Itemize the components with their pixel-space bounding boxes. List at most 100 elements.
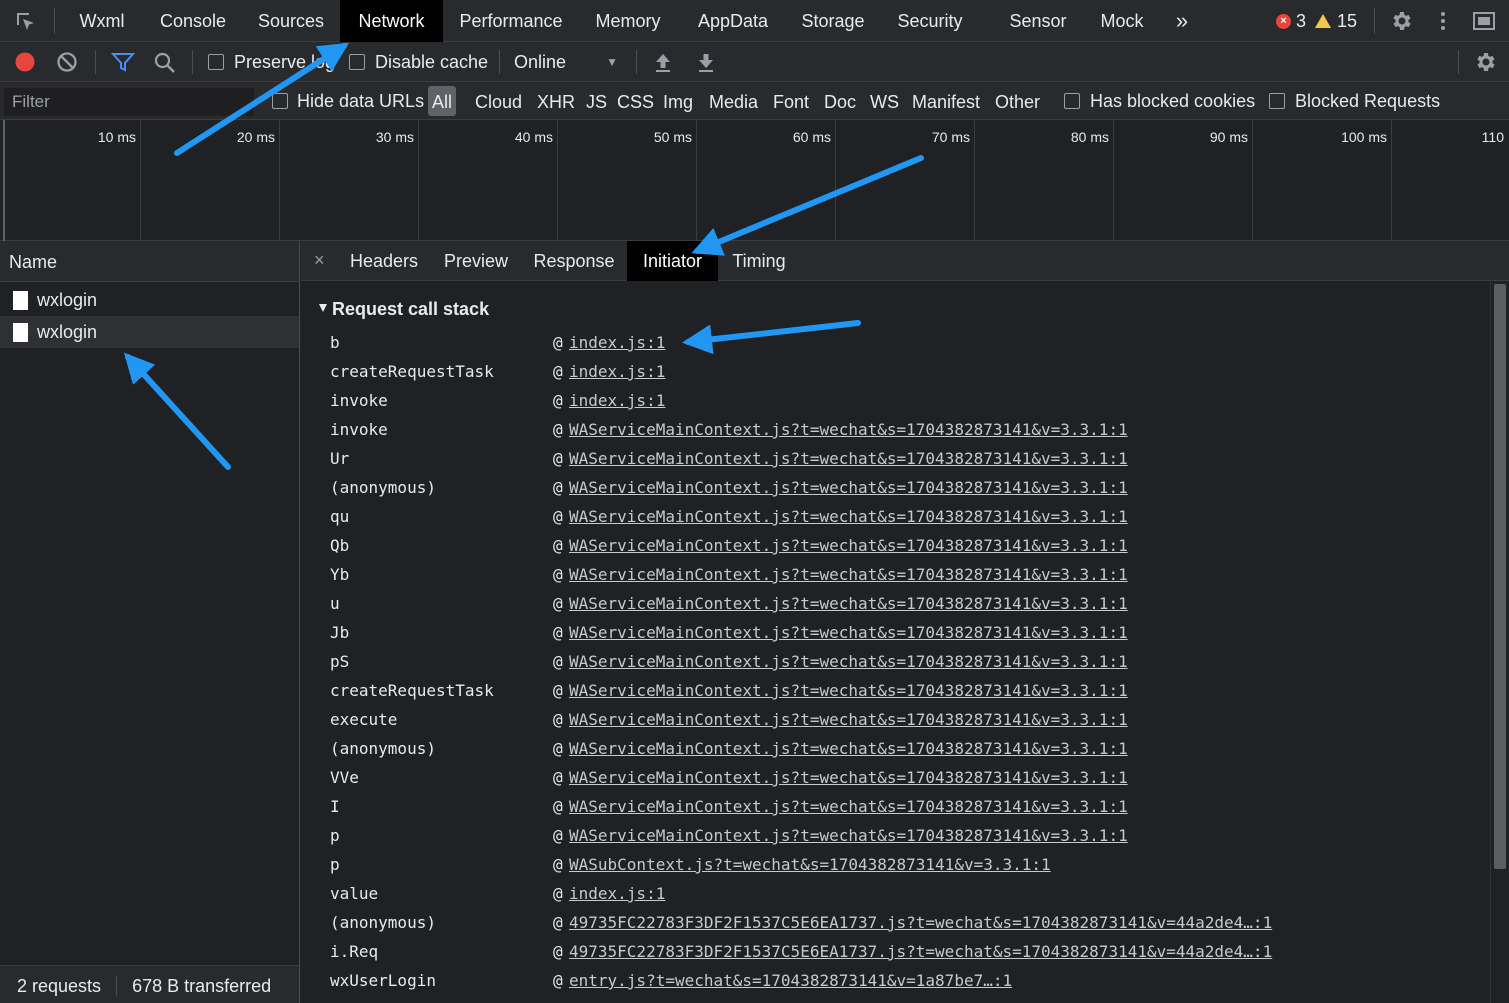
tab-memory[interactable]: Memory [585, 0, 671, 42]
frame-source-link[interactable]: 49735FC22783F3DF2F1537C5E6EA1737.js?t=we… [569, 937, 1272, 966]
frame-source-link[interactable]: index.js:1 [569, 879, 665, 908]
tab-mock[interactable]: Mock [1090, 0, 1154, 42]
request-row-selected[interactable]: wxlogin [0, 316, 299, 348]
frame-source-link[interactable]: entry.js?t=wechat&s=1704382873141&v=1a87… [569, 966, 1012, 995]
frame-source-link[interactable]: WAServiceMainContext.js?t=wechat&s=17043… [569, 502, 1128, 531]
has-blocked-cookies-option[interactable]: Has blocked cookies [1064, 82, 1255, 120]
tab-console[interactable]: Console [148, 0, 238, 42]
import-har-upload-icon[interactable] [653, 51, 673, 73]
issues-counter[interactable]: × 3 15 [1276, 0, 1357, 42]
has-blocked-cookies-checkbox[interactable] [1064, 93, 1080, 109]
tab-timing[interactable]: Timing [722, 241, 796, 281]
call-stack-frame: createRequestTask @ index.js:1 [330, 357, 1480, 386]
frame-source-link[interactable]: WAServiceMainContext.js?t=wechat&s=17043… [569, 444, 1128, 473]
frame-source-link[interactable]: WAServiceMainContext.js?t=wechat&s=17043… [569, 705, 1128, 734]
tab-performance[interactable]: Performance [451, 0, 571, 42]
tab-response[interactable]: Response [526, 241, 622, 281]
blocked-requests-checkbox[interactable] [1269, 93, 1285, 109]
filter-type-js[interactable]: JS [586, 82, 607, 120]
network-overview-timeline[interactable]: 10 ms 20 ms 30 ms 40 ms 50 ms 60 ms 70 m… [0, 120, 1509, 241]
inspect-element-icon[interactable] [14, 10, 38, 34]
frame-source-link[interactable]: WAServiceMainContext.js?t=wechat&s=17043… [569, 734, 1128, 763]
frame-source-link[interactable]: WAServiceMainContext.js?t=wechat&s=17043… [569, 560, 1128, 589]
call-stack-section-header[interactable]: Request call stack [319, 299, 489, 320]
frame-function-name: qu [330, 507, 350, 526]
frame-source-link[interactable]: WAServiceMainContext.js?t=wechat&s=17043… [569, 792, 1128, 821]
filter-type-ws[interactable]: WS [870, 82, 899, 120]
filter-type-other[interactable]: Other [995, 82, 1040, 120]
timeline-tick-label: 70 ms [931, 129, 970, 145]
hide-data-urls-checkbox[interactable] [272, 93, 288, 109]
disable-cache-option[interactable]: Disable cache [349, 42, 488, 82]
tab-network[interactable]: Network [340, 0, 443, 42]
record-stop-icon[interactable] [14, 51, 36, 73]
error-icon: × [1276, 13, 1291, 29]
filter-type-font[interactable]: Font [773, 82, 809, 120]
blocked-requests-option[interactable]: Blocked Requests [1269, 82, 1440, 120]
search-icon[interactable] [153, 51, 177, 75]
frame-source-link[interactable]: WAServiceMainContext.js?t=wechat&s=17043… [569, 589, 1128, 618]
tab-sensor[interactable]: Sensor [1000, 0, 1076, 42]
filter-type-xhr[interactable]: XHR [537, 82, 575, 120]
frame-source-link[interactable]: WAServiceMainContext.js?t=wechat&s=17043… [569, 647, 1128, 676]
filter-type-manifest[interactable]: Manifest [912, 82, 980, 120]
timeline-gridline [418, 120, 419, 241]
filter-type-doc[interactable]: Doc [824, 82, 856, 120]
tab-security[interactable]: Security [888, 0, 972, 42]
frame-source-link[interactable]: WAServiceMainContext.js?t=wechat&s=17043… [569, 531, 1128, 560]
disable-cache-checkbox[interactable] [349, 54, 365, 70]
preserve-log-checkbox[interactable] [208, 54, 224, 70]
tab-wxml[interactable]: Wxml [66, 0, 138, 42]
filter-funnel-icon[interactable] [111, 51, 135, 73]
frame-at-symbol: @ [553, 623, 563, 642]
filter-input[interactable]: Filter [4, 88, 254, 116]
frame-source-link[interactable]: index.js:1 [569, 386, 665, 415]
toolbar-divider [636, 50, 637, 74]
call-stack-frame: execute @ WAServiceMainContext.js?t=wechat… [330, 705, 1480, 734]
preserve-log-option[interactable]: Preserve log [208, 42, 335, 82]
close-details-icon[interactable]: × [314, 250, 325, 271]
tab-appdata[interactable]: AppData [686, 0, 780, 42]
throttling-select[interactable]: Online ▼ [514, 42, 622, 82]
name-column-header[interactable]: Name [0, 241, 299, 282]
request-row[interactable]: wxlogin [0, 284, 299, 316]
more-tabs-chevron-icon[interactable]: » [1168, 0, 1196, 42]
filter-type-cloud[interactable]: Cloud [475, 82, 522, 120]
filter-type-media[interactable]: Media [709, 82, 758, 120]
transferred-size: 678 B transferred [132, 976, 272, 996]
frame-function-name: b [330, 333, 340, 352]
frame-at-symbol: @ [553, 507, 563, 526]
settings-gear-icon[interactable] [1389, 9, 1413, 33]
frame-at-symbol: @ [553, 391, 563, 410]
export-har-download-icon[interactable] [696, 51, 716, 73]
frame-source-link[interactable]: WAServiceMainContext.js?t=wechat&s=17043… [569, 618, 1128, 647]
frame-source-link[interactable]: WAServiceMainContext.js?t=wechat&s=17043… [569, 473, 1128, 502]
filter-type-img[interactable]: Img [663, 82, 693, 120]
frame-source-link[interactable]: WAServiceMainContext.js?t=wechat&s=17043… [569, 821, 1128, 850]
filter-type-all[interactable]: All [428, 86, 457, 116]
scrollbar-thumb[interactable] [1494, 284, 1506, 869]
tab-initiator[interactable]: Initiator [627, 241, 718, 281]
tab-preview[interactable]: Preview [435, 241, 517, 281]
tab-sources[interactable]: Sources [248, 0, 334, 42]
frame-source-link[interactable]: WAServiceMainContext.js?t=wechat&s=17043… [569, 763, 1128, 792]
frame-source-link[interactable]: WAServiceMainContext.js?t=wechat&s=17043… [569, 676, 1128, 705]
timeline-tick-label: 110 [1481, 129, 1504, 145]
dock-side-icon[interactable] [1472, 9, 1498, 33]
frame-function-name: execute [330, 710, 398, 729]
details-scrollbar[interactable] [1490, 282, 1508, 1003]
frame-source-link[interactable]: index.js:1 [569, 357, 665, 386]
more-options-kebab-icon[interactable] [1432, 10, 1454, 32]
frame-source-link[interactable]: WASubContext.js?t=wechat&s=1704382873141… [569, 850, 1051, 879]
clear-log-icon[interactable] [56, 51, 78, 73]
frame-at-symbol: @ [553, 826, 563, 845]
frame-source-link[interactable]: WAServiceMainContext.js?t=wechat&s=17043… [569, 415, 1128, 444]
frame-source-link[interactable]: 49735FC22783F3DF2F1537C5E6EA1737.js?t=we… [569, 908, 1272, 937]
frame-source-link[interactable]: index.js:1 [569, 328, 665, 357]
network-settings-gear-icon[interactable] [1473, 50, 1497, 74]
hide-data-urls-option[interactable]: Hide data URLs [272, 82, 424, 120]
filter-type-css[interactable]: CSS [617, 82, 654, 120]
tab-headers[interactable]: Headers [341, 241, 427, 281]
timeline-tick-label: 90 ms [1209, 129, 1248, 145]
tab-storage[interactable]: Storage [795, 0, 871, 42]
